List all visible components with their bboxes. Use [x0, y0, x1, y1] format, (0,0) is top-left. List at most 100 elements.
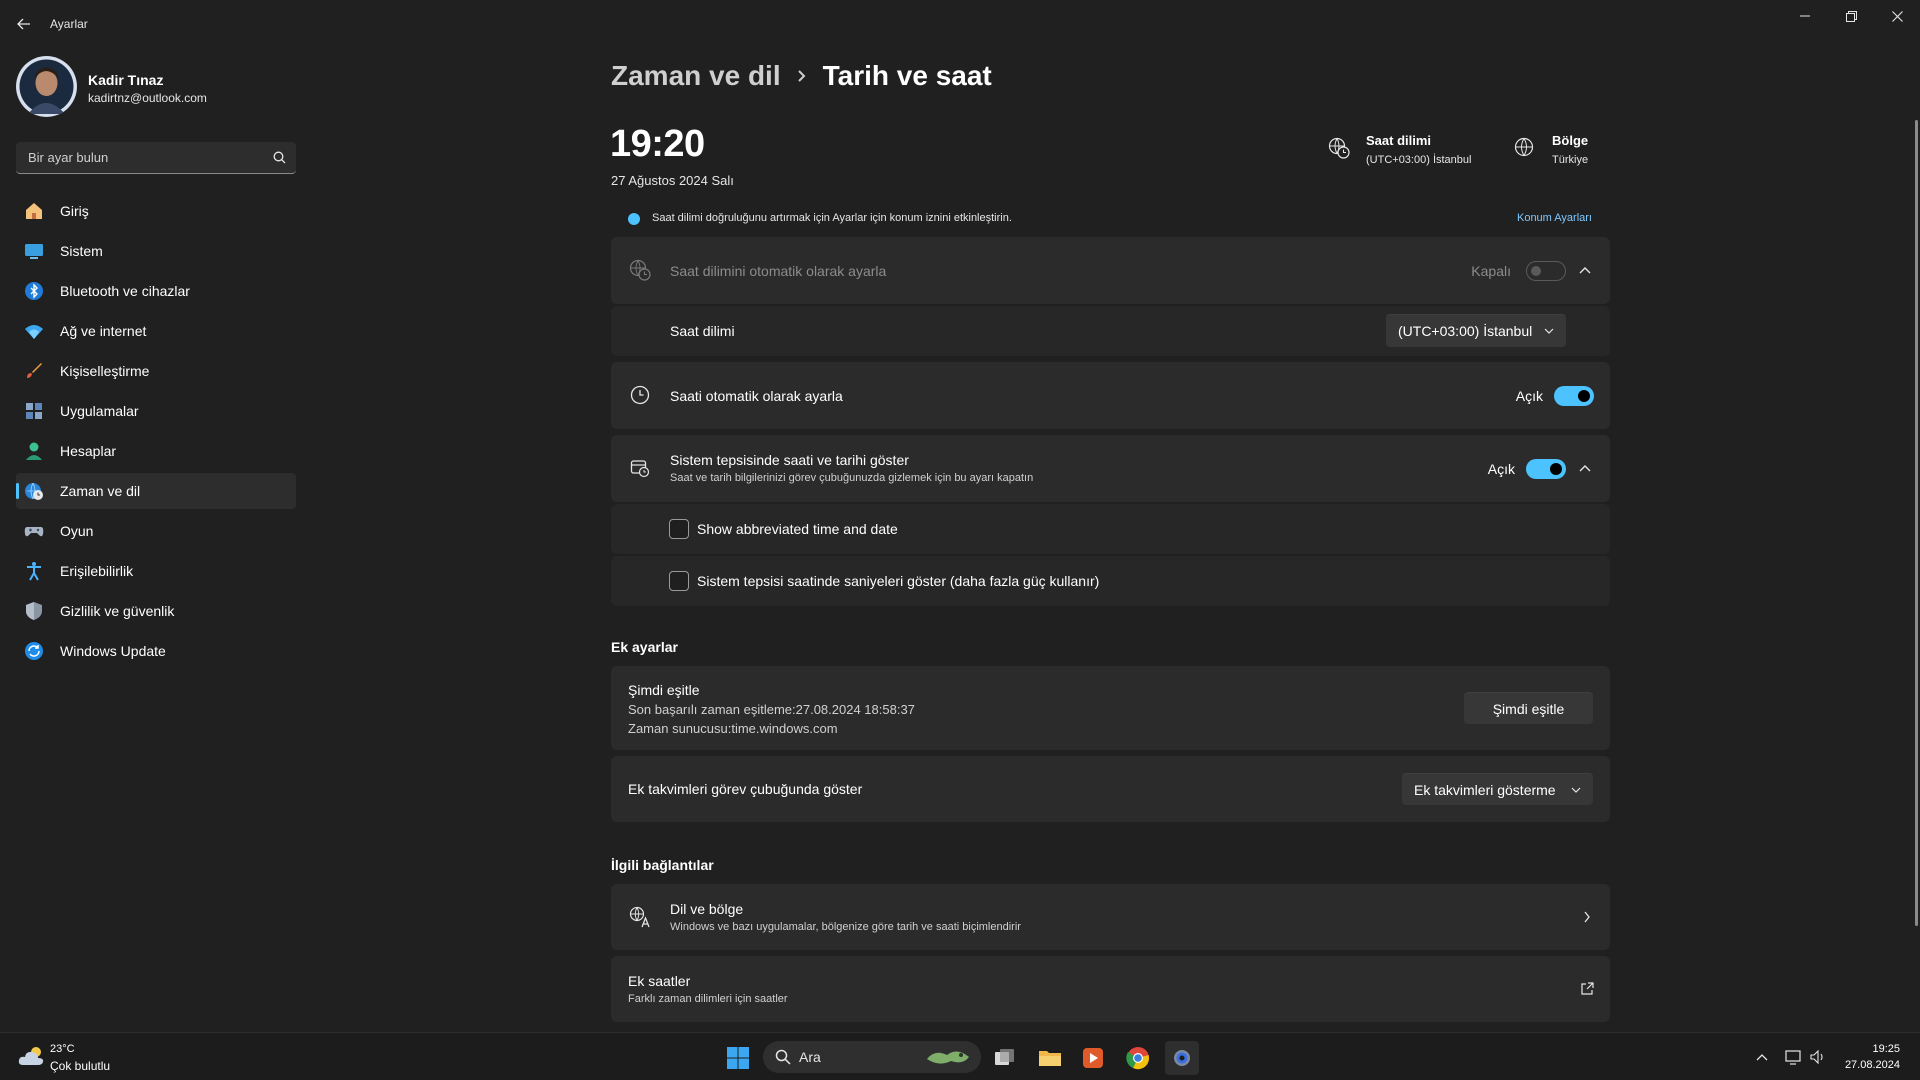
chevron-up-icon[interactable]: [1577, 461, 1593, 477]
timezone-title: Saat dilimi: [1366, 133, 1432, 148]
settings-search-box[interactable]: [16, 142, 296, 174]
file-explorer-button[interactable]: [1033, 1041, 1067, 1075]
breadcrumb-separator: [797, 69, 807, 83]
folder-icon: [1039, 1051, 1061, 1066]
sidebar-item-accounts[interactable]: Hesaplar: [16, 433, 296, 469]
title-bar: Ayarlar: [0, 0, 1920, 48]
current-time: 19:20: [610, 123, 705, 165]
start-button[interactable]: [721, 1041, 755, 1075]
apps-icon: [26, 403, 42, 419]
settings-app-button[interactable]: [1165, 1041, 1199, 1075]
seconds-label: Sistem tepsisi saatinde saniyeleri göste…: [697, 573, 1100, 589]
search-icon: [775, 1049, 791, 1065]
sidebar-item-time-language[interactable]: Zaman ve dil: [16, 473, 296, 509]
sync-card: Şimdi eşitle Son başarılı zaman eşitleme…: [611, 666, 1610, 750]
minimize-icon: [1800, 15, 1810, 17]
timezone-label: Saat dilimi: [670, 323, 735, 339]
language-region-description: Windows ve bazı uygulamalar, bölgenize g…: [670, 921, 1021, 933]
sidebar-item-label: Giriş: [60, 203, 89, 219]
avatar[interactable]: [16, 56, 77, 117]
taskbar-search-label: Ara: [799, 1049, 821, 1065]
gamepad-icon: [24, 527, 44, 537]
chevron-up-icon[interactable]: [1577, 263, 1593, 279]
sidebar-item-network[interactable]: Ağ ve internet: [16, 313, 296, 349]
close-button[interactable]: [1874, 0, 1920, 32]
chevron-up-icon: [1756, 1054, 1768, 1061]
last-sync-text: Son başarılı zaman eşitleme:27.08.2024 1…: [628, 702, 915, 717]
task-view-button[interactable]: [988, 1041, 1022, 1075]
sidebar-item-home[interactable]: Giriş: [16, 193, 296, 229]
arrow-left-icon: [17, 18, 30, 30]
network-status-button[interactable]: [1784, 1047, 1804, 1067]
language-icon: [629, 906, 651, 928]
bluetooth-icon: [25, 282, 43, 300]
cloud-icon[interactable]: [18, 1045, 46, 1067]
sidebar-item-label: Windows Update: [60, 643, 166, 659]
language-region-link[interactable]: Dil ve bölge Windows ve bazı uygulamalar…: [611, 884, 1610, 950]
restore-button[interactable]: [1828, 0, 1874, 32]
sidebar-item-privacy[interactable]: Gizlilik ve güvenlik: [16, 593, 296, 629]
additional-clocks-label: Ek saatler: [628, 973, 691, 989]
taskbar-clock-time[interactable]: 19:25: [1830, 1043, 1900, 1055]
taskbar-clock-date[interactable]: 27.08.2024: [1830, 1059, 1900, 1071]
seconds-checkbox[interactable]: [669, 571, 689, 591]
taskbar: 23°C Çok bulutlu Ara 19:25 27.08.2024: [0, 1032, 1920, 1080]
region-info: Bölge Türkiye: [1514, 133, 1614, 173]
search-icon[interactable]: [273, 151, 286, 164]
sync-now-button[interactable]: Şimdi eşitle: [1464, 692, 1593, 724]
chevron-right-icon: [797, 70, 806, 82]
chevron-right-icon: [1584, 911, 1590, 923]
auto-timezone-toggle[interactable]: [1526, 261, 1566, 281]
tray-clock-toggle[interactable]: [1526, 459, 1566, 479]
task-view-icon: [995, 1049, 1014, 1065]
show-hidden-icons-button[interactable]: [1752, 1047, 1772, 1067]
back-button[interactable]: [12, 12, 36, 36]
update-icon: [25, 642, 43, 660]
page-title: Tarih ve saat: [822, 60, 992, 91]
search-highlight-icon: [927, 1051, 969, 1064]
language-region-label: Dil ve bölge: [670, 901, 744, 917]
volume-button[interactable]: [1808, 1047, 1828, 1067]
media-player-button[interactable]: [1076, 1041, 1110, 1075]
open-external-icon: [1581, 982, 1594, 995]
search-input[interactable]: [16, 142, 264, 173]
location-settings-link[interactable]: Konum Ayarları: [1517, 212, 1592, 224]
auto-time-toggle[interactable]: [1554, 386, 1594, 406]
breadcrumb-parent[interactable]: Zaman ve dil: [611, 60, 781, 92]
sidebar-item-label: Gizlilik ve güvenlik: [60, 603, 175, 619]
calendars-dropdown[interactable]: Ek takvimleri gösterme: [1402, 773, 1593, 805]
timezone-dropdown-value: (UTC+03:00) İstanbul: [1398, 323, 1533, 339]
abbreviated-checkbox[interactable]: [669, 519, 689, 539]
restore-icon: [1845, 10, 1857, 22]
sidebar-item-label: Oyun: [60, 523, 94, 539]
sidebar-item-windows-update[interactable]: Windows Update: [16, 633, 296, 669]
calendars-label: Ek takvimleri görev çubuğunda göster: [628, 781, 863, 797]
additional-clocks-link[interactable]: Ek saatler Farklı zaman dilimleri için s…: [611, 956, 1610, 1022]
timezone-card: Saat dilimi (UTC+03:00) İstanbul: [611, 306, 1610, 356]
accessibility-icon: [27, 562, 41, 581]
chrome-button[interactable]: [1121, 1041, 1155, 1075]
user-profile[interactable]: Kadir Tınaz kadirtnz@outlook.com: [16, 56, 296, 118]
sidebar-item-bluetooth[interactable]: Bluetooth ve cihazlar: [16, 273, 296, 309]
weather-temperature[interactable]: 23°C: [50, 1043, 75, 1055]
network-icon: [1785, 1050, 1801, 1065]
sidebar-item-system[interactable]: Sistem: [16, 233, 296, 269]
timezone-dropdown[interactable]: (UTC+03:00) İstanbul: [1386, 314, 1566, 347]
chevron-down-icon: [1571, 787, 1581, 793]
auto-timezone-label: Saat dilimini otomatik olarak ayarla: [670, 263, 887, 279]
sidebar-item-apps[interactable]: Uygulamalar: [16, 393, 296, 429]
calendars-card: Ek takvimleri görev çubuğunda göster Ek …: [611, 756, 1610, 822]
weather-description[interactable]: Çok bulutlu: [50, 1059, 110, 1073]
minimize-button[interactable]: [1782, 0, 1828, 32]
related-links-title: İlgili bağlantılar: [611, 857, 714, 873]
scrollbar[interactable]: [1915, 120, 1918, 926]
notice-text: Saat dilimi doğruluğunu artırmak için Ay…: [652, 212, 1012, 224]
taskbar-search[interactable]: Ara: [763, 1041, 981, 1073]
additional-clocks-description: Farklı zaman dilimleri için saatler: [628, 993, 788, 1005]
sidebar-item-personalization[interactable]: Kişiselleştirme: [16, 353, 296, 389]
auto-timezone-card: Saat dilimini otomatik olarak ayarla Kap…: [611, 237, 1610, 304]
location-notice: Saat dilimi doğruluğunu artırmak için Ay…: [611, 210, 1610, 228]
sidebar-item-accessibility[interactable]: Erişilebilirlik: [16, 553, 296, 589]
sidebar-item-gaming[interactable]: Oyun: [16, 513, 296, 549]
auto-time-state: Açık: [1515, 388, 1543, 404]
